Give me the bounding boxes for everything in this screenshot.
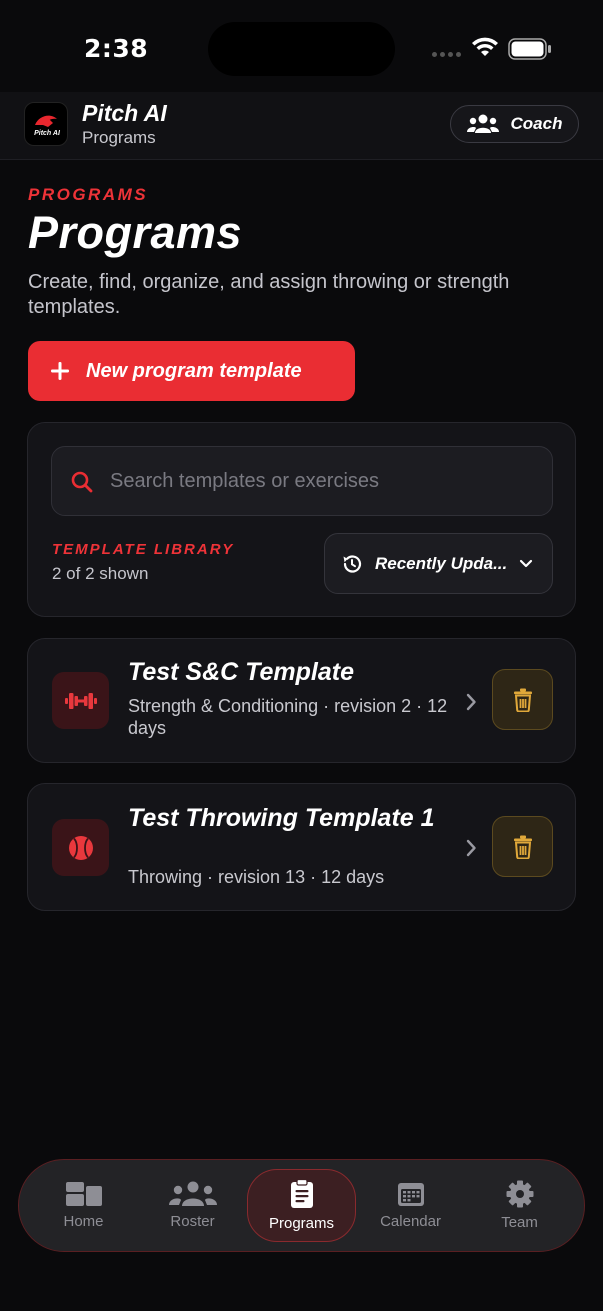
- baseball-icon: [68, 835, 93, 860]
- page-title: Programs: [28, 207, 243, 258]
- app-title: Pitch AI: [82, 100, 167, 126]
- app-header: Pitch AI Pitch AI Programs Coach: [0, 92, 603, 160]
- home-icon: [65, 1182, 102, 1206]
- tab-label: Programs: [269, 1215, 335, 1232]
- tab-label: Roster: [170, 1213, 215, 1230]
- template-card[interactable]: Test S&C Template Strength & Conditionin…: [27, 638, 576, 763]
- dumbbell-icon: [64, 692, 97, 709]
- trash-icon: [513, 835, 532, 859]
- template-library-panel: TEMPLATE LIBRARY 2 of 2 shown Recently U…: [27, 422, 576, 617]
- template-meta: Throwing · revision 13 · 12 days: [128, 867, 385, 887]
- sort-label: Recently Upda...: [375, 553, 508, 573]
- app-logo: Pitch AI: [24, 102, 68, 146]
- tab-label: Home: [63, 1213, 104, 1230]
- tab-roster[interactable]: Roster: [138, 1169, 247, 1242]
- battery-icon: [508, 38, 551, 60]
- section-eyebrow: PROGRAMS: [28, 185, 149, 204]
- clipboard-icon: [290, 1179, 313, 1208]
- calendar-icon: [397, 1183, 424, 1206]
- sort-dropdown[interactable]: Recently Upda...: [324, 533, 553, 594]
- tab-home[interactable]: Home: [29, 1169, 138, 1242]
- plus-icon: [51, 362, 69, 380]
- wifi-icon: [472, 37, 498, 56]
- tab-label: Team: [501, 1214, 538, 1231]
- users-icon: [466, 114, 499, 133]
- search-input[interactable]: [110, 447, 540, 515]
- history-icon: [343, 554, 362, 573]
- status-bar: 2:38: [0, 0, 603, 92]
- coach-label: Coach: [510, 114, 563, 133]
- page-description: Create, find, organize, and assign throw…: [28, 271, 510, 318]
- tab-programs[interactable]: Programs: [247, 1169, 357, 1242]
- template-library-label: TEMPLATE LIBRARY: [52, 541, 235, 558]
- svg-text:Pitch AI: Pitch AI: [34, 130, 61, 137]
- coach-button[interactable]: Coach: [450, 105, 579, 143]
- status-time: 2:38: [84, 34, 149, 63]
- search-box[interactable]: [51, 446, 553, 516]
- template-title: Test S&C Template: [128, 658, 354, 686]
- dynamic-island: [208, 22, 395, 76]
- delete-button[interactable]: [492, 816, 553, 877]
- template-meta: Strength & Conditioning · revision 2 · 1…: [128, 696, 448, 738]
- tab-team[interactable]: Team: [465, 1169, 574, 1242]
- gear-icon: [506, 1180, 534, 1208]
- roster-icon: [168, 1181, 217, 1206]
- delete-button[interactable]: [492, 669, 553, 730]
- template-title: Test Throwing Template 1: [128, 804, 435, 832]
- chevron-right-icon: [466, 693, 476, 711]
- template-count: 2 of 2 shown: [52, 564, 149, 583]
- new-template-button[interactable]: New program template: [28, 341, 355, 401]
- signal-icon: [432, 52, 461, 57]
- tab-bar: Home Roster Programs Calendar Team: [18, 1159, 585, 1252]
- template-type-icon: [52, 672, 109, 729]
- template-card[interactable]: Test Throwing Template 1 Throwing · revi…: [27, 783, 576, 911]
- chevron-right-icon: [466, 839, 476, 857]
- tab-label: Calendar: [380, 1213, 441, 1230]
- search-icon: [71, 471, 93, 493]
- tab-calendar[interactable]: Calendar: [356, 1169, 465, 1242]
- template-type-icon: [52, 819, 109, 876]
- trash-icon: [513, 688, 532, 712]
- new-template-label: New program template: [86, 359, 302, 382]
- chevron-down-icon: [520, 559, 533, 567]
- app-subtitle: Programs: [82, 128, 156, 147]
